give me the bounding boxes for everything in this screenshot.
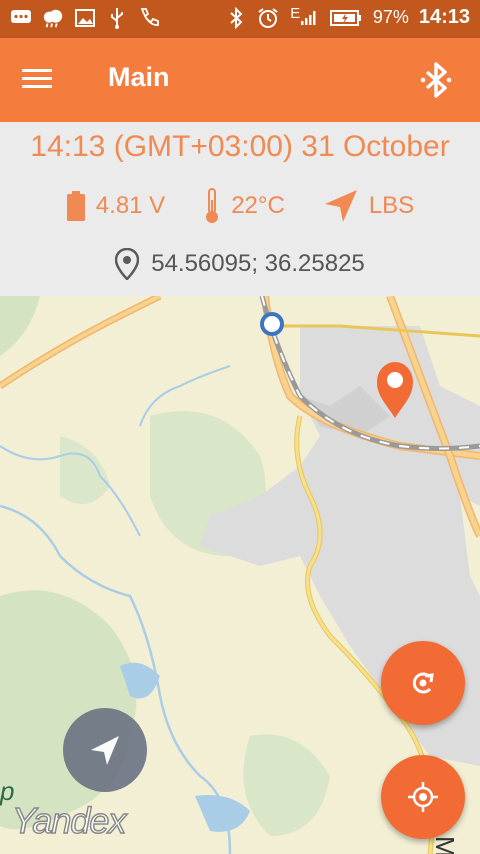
my-location-button[interactable]: [381, 755, 465, 839]
app-bar: Main: [0, 38, 480, 122]
image-icon: [74, 7, 96, 29]
device-info-panel: 14:13 (GMT+03:00) 31 October 4.81 V 22°C…: [0, 122, 480, 296]
status-bar: E 97% 14:13: [0, 0, 480, 38]
notification-icons: [10, 7, 160, 29]
datetime-label: 14:13 (GMT+03:00) 31 October: [30, 130, 450, 163]
forest-area: [0, 296, 40, 356]
temperature-item: 22°C: [203, 188, 285, 224]
location-source-item: LBS: [323, 188, 414, 224]
forest-area: [243, 734, 330, 836]
network-type-label: E: [290, 5, 301, 22]
device-location-pin-center: [387, 372, 403, 388]
thermometer-icon: [206, 188, 219, 223]
map-provider-logo: Yandex: [11, 799, 127, 842]
call-icon: [138, 7, 160, 29]
navigation-icon: [91, 736, 119, 765]
telemetry-row: 4.81 V 22°C LBS: [0, 188, 480, 224]
weather-icon: [42, 7, 64, 29]
battery-status-icon: [329, 7, 363, 29]
hamburger-line: [22, 85, 52, 88]
map-edge-label: Mos: [429, 836, 460, 854]
bluetooth-button[interactable]: [414, 58, 458, 102]
battery-percent: 97%: [372, 7, 409, 27]
battery-icon: [66, 191, 85, 221]
hamburger-line: [22, 77, 52, 80]
crosshair-icon: [408, 782, 438, 812]
clock: 14:13: [418, 6, 470, 28]
navigation-arrow-icon: [324, 190, 357, 222]
start-point-marker[interactable]: [260, 312, 284, 336]
coordinates-row: 54.56095; 36.25825: [0, 248, 480, 280]
bluetooth-icon: [420, 62, 452, 98]
system-icons: E 97% 14:13: [225, 5, 470, 29]
refresh-button[interactable]: [381, 641, 465, 725]
forest-area: [60, 436, 110, 504]
compass-button[interactable]: [63, 708, 147, 792]
alarm-icon: [257, 7, 279, 29]
message-icon: [10, 7, 32, 29]
location-source-value: LBS: [368, 192, 415, 219]
refresh-icon: [412, 672, 434, 694]
menu-button[interactable]: [22, 64, 60, 96]
voltage-item: 4.81 V: [66, 191, 165, 221]
voltage-value: 4.81 V: [95, 192, 166, 219]
hamburger-line: [22, 69, 52, 72]
location-pin-icon: [115, 248, 140, 280]
temperature-value: 22°C: [231, 192, 285, 219]
coordinates-value: 54.56095; 36.25825: [151, 250, 365, 277]
lake: [195, 795, 250, 832]
usb-icon: [106, 7, 128, 29]
page-title: Main: [108, 62, 170, 92]
signal-icon: E: [289, 5, 319, 29]
bluetooth-status-icon: [225, 6, 247, 29]
